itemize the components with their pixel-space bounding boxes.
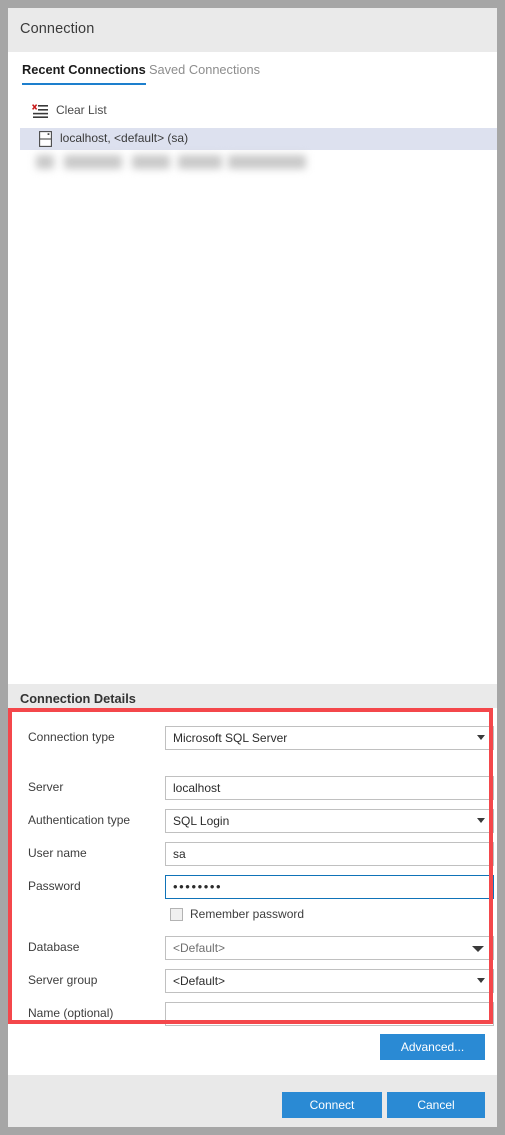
field-row-server-group: Server group <Default>: [8, 969, 497, 993]
redacted-block: [178, 155, 222, 169]
database-value: <Default>: [173, 941, 226, 955]
password-input[interactable]: ••••••••: [165, 875, 494, 899]
connection-type-label: Connection type: [28, 730, 115, 744]
redacted-block: [228, 155, 306, 169]
connect-button[interactable]: Connect: [282, 1092, 382, 1118]
server-value: localhost: [173, 781, 221, 795]
chevron-down-icon: [477, 978, 485, 983]
connection-dialog: Connection Recent Connections Saved Conn…: [8, 8, 497, 1127]
name-optional-input[interactable]: [165, 1002, 494, 1026]
field-row-remember-password: Remember password: [8, 907, 497, 927]
page-title: Connection: [20, 21, 95, 37]
redacted-block: [64, 155, 122, 169]
database-label: Database: [28, 940, 80, 954]
field-row-server: Server localhost: [8, 776, 497, 800]
dialog-titlebar: Connection: [8, 8, 497, 52]
connection-type-value: Microsoft SQL Server: [173, 731, 288, 745]
authentication-type-value: SQL Login: [173, 814, 230, 828]
advanced-button[interactable]: Advanced...: [380, 1034, 485, 1060]
clear-list-label: Clear List: [56, 103, 107, 117]
database-dropdown[interactable]: <Default>: [165, 936, 494, 960]
server-group-label: Server group: [28, 973, 98, 987]
connection-details-form: Connection type Microsoft SQL Server Ser…: [8, 708, 497, 1026]
clear-list-icon: [32, 104, 48, 119]
cancel-button[interactable]: Cancel: [387, 1092, 485, 1118]
field-row-password: Password ••••••••: [8, 875, 497, 899]
connection-details-title: Connection Details: [20, 691, 136, 706]
server-group-value: <Default>: [173, 974, 226, 988]
remember-password-checkbox[interactable]: [170, 908, 183, 921]
connections-list-area: Clear List localhost, <default> (sa): [8, 88, 497, 684]
tab-recent-connections[interactable]: Recent Connections: [22, 62, 146, 85]
chevron-down-icon: [477, 735, 485, 740]
list-item[interactable]: [20, 152, 497, 174]
server-input[interactable]: localhost: [165, 776, 494, 800]
list-item-label: localhost, <default> (sa): [60, 131, 189, 145]
server-label: Server: [28, 780, 64, 794]
list-item[interactable]: localhost, <default> (sa): [20, 128, 497, 150]
field-row-authentication-type: Authentication type SQL Login: [8, 809, 497, 833]
field-row-database: Database <Default>: [8, 936, 497, 960]
user-name-input[interactable]: sa: [165, 842, 494, 866]
connection-type-dropdown[interactable]: Microsoft SQL Server: [165, 726, 494, 750]
authentication-type-label: Authentication type: [28, 813, 131, 827]
authentication-type-dropdown[interactable]: SQL Login: [165, 809, 494, 833]
redacted-block: [132, 155, 170, 169]
field-row-name-optional: Name (optional): [8, 1002, 497, 1026]
user-name-label: User name: [28, 846, 87, 860]
user-name-value: sa: [173, 847, 186, 861]
chevron-down-icon: [472, 946, 484, 952]
remember-password-label: Remember password: [190, 907, 305, 921]
clear-list-button[interactable]: Clear List: [8, 101, 497, 123]
server-icon: [39, 131, 52, 147]
window-frame: Connection Recent Connections Saved Conn…: [0, 0, 505, 1135]
redacted-block: [36, 155, 54, 169]
tab-saved-connections[interactable]: Saved Connections: [149, 62, 260, 83]
advanced-area: Advanced...: [8, 1026, 497, 1075]
dialog-footer: Connect Cancel: [8, 1075, 497, 1127]
chevron-down-icon: [477, 818, 485, 823]
password-label: Password: [28, 879, 81, 893]
field-row-connection-type: Connection type Microsoft SQL Server: [8, 726, 497, 750]
name-optional-label: Name (optional): [28, 1006, 114, 1020]
password-value: ••••••••: [173, 879, 223, 894]
server-group-dropdown[interactable]: <Default>: [165, 969, 494, 993]
tabstrip: Recent Connections Saved Connections: [8, 52, 497, 86]
field-row-user-name: User name sa: [8, 842, 497, 866]
